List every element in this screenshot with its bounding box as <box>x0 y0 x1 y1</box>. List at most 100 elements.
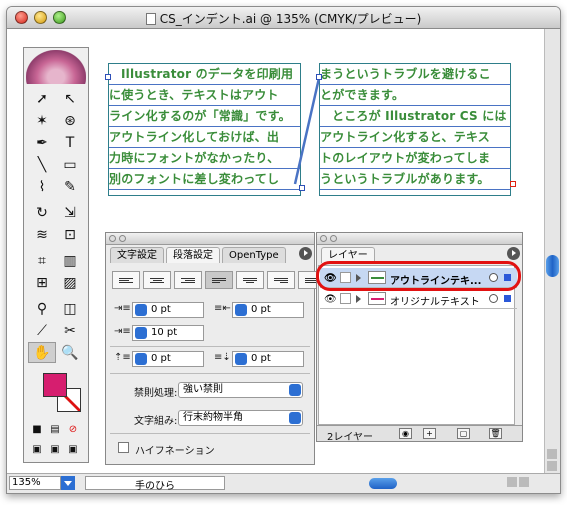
new-layer-icon[interactable]: ▢ <box>457 428 470 439</box>
fill-color-swatch[interactable] <box>43 373 67 397</box>
justify-center-button[interactable] <box>236 271 264 289</box>
justify-right-button[interactable] <box>267 271 295 289</box>
panel-collapse-icon[interactable] <box>330 235 337 242</box>
selection-indicator[interactable] <box>504 295 511 302</box>
panel-menu-icon[interactable] <box>507 247 520 260</box>
text-frame-left[interactable]: Illustrator のデータを印刷用 に使うとき、テキストはアウト ライン化… <box>108 63 301 196</box>
blend-tool-icon[interactable]: ◫ <box>56 298 84 319</box>
justify-left-button[interactable] <box>205 271 233 289</box>
zoom-tool-icon[interactable]: 🔍 <box>56 342 84 363</box>
text-line: とができます。 <box>320 85 510 106</box>
stepper-icon[interactable] <box>235 353 247 365</box>
vertical-scrollbar[interactable] <box>544 29 560 475</box>
layer-row[interactable]: 👁 オリジナルテキスト <box>320 289 517 309</box>
warp-tool-icon[interactable]: ≋ <box>28 224 56 245</box>
gradient-mode-icon[interactable]: ▤ <box>46 422 64 436</box>
color-mode-icon[interactable]: ■ <box>28 422 46 436</box>
scale-tool-icon[interactable]: ⇲ <box>56 202 84 223</box>
screen-mode-full-icon[interactable]: ▣ <box>64 442 82 456</box>
kinsoku-select[interactable]: 強い禁則 <box>178 382 303 398</box>
zoom-field[interactable]: 135% <box>9 476 61 490</box>
scroll-down-arrow[interactable] <box>547 461 557 471</box>
alignment-buttons <box>112 271 326 289</box>
tab-character[interactable]: 文字設定 <box>110 247 164 263</box>
in-port-handle[interactable] <box>105 74 111 80</box>
pen-tool-icon[interactable]: ✒ <box>28 132 56 153</box>
lock-toggle[interactable] <box>340 293 351 304</box>
screen-mode-standard-icon[interactable]: ▣ <box>28 442 46 456</box>
overflow-handle[interactable] <box>510 181 516 187</box>
rectangle-tool-icon[interactable]: ▭ <box>56 154 84 175</box>
scroll-right-arrow[interactable] <box>519 477 529 487</box>
right-indent-icon: ≡⇤ <box>214 303 231 314</box>
type-tool-icon[interactable]: T <box>56 132 84 153</box>
title-bar[interactable]: CS_インデント.ai @ 135% (CMYK/プレビュー) <box>7 7 560 29</box>
space-before-icon: ⇡≡ <box>114 352 131 363</box>
lasso-tool-icon[interactable]: ⊛ <box>56 110 84 131</box>
hyphenation-checkbox[interactable] <box>118 442 129 453</box>
stepper-icon[interactable] <box>235 304 247 316</box>
scroll-up-arrow[interactable] <box>547 449 557 459</box>
align-right-button[interactable] <box>174 271 202 289</box>
eye-icon[interactable]: 👁 <box>324 294 337 305</box>
eyedropper-tool-icon[interactable]: ⚲ <box>28 298 56 319</box>
space-before-field[interactable]: 0 pt <box>132 351 204 367</box>
tab-paragraph[interactable]: 段落設定 <box>166 247 220 263</box>
text-frame-right[interactable]: まうというトラブルを避けるこ とができます。 ところが Illustrator … <box>319 63 511 196</box>
mesh-tool-icon[interactable]: ⊞ <box>28 272 56 293</box>
panel-titlebar[interactable] <box>106 233 314 245</box>
align-center-button[interactable] <box>143 271 171 289</box>
selection-tool-icon[interactable]: ➚ <box>28 88 56 109</box>
text-line: Illustrator のデータを印刷用 <box>109 64 300 85</box>
panel-titlebar[interactable] <box>317 233 522 245</box>
make-clipping-mask-icon[interactable]: ◉ <box>399 428 412 439</box>
slice-tool-icon[interactable]: ⟋ <box>28 320 56 341</box>
screen-mode-full-menu-icon[interactable]: ▣ <box>46 442 64 456</box>
chevron-down-icon <box>289 384 301 396</box>
new-sublayer-icon[interactable]: + <box>423 428 436 439</box>
vertical-scroll-thumb[interactable] <box>546 255 559 277</box>
first-line-indent-field[interactable]: 10 pt <box>132 325 204 341</box>
graph-tool-icon[interactable]: ▥ <box>56 250 84 271</box>
current-tool-status[interactable]: 手のひら <box>85 476 225 492</box>
gradient-tool-icon[interactable]: ▨ <box>56 272 84 293</box>
panel-menu-icon[interactable] <box>299 247 312 260</box>
panel-close-icon[interactable] <box>320 235 327 242</box>
right-indent-field[interactable]: 0 pt <box>232 302 304 318</box>
in-port-handle[interactable] <box>316 74 322 80</box>
scissors-tool-icon[interactable]: ✂ <box>56 320 84 341</box>
pencil-tool-icon[interactable]: ✎ <box>56 176 84 197</box>
kinsoku-label: 禁則処理: <box>134 388 178 399</box>
rotate-tool-icon[interactable]: ↻ <box>28 202 56 223</box>
mojikumi-select[interactable]: 行末約物半角 <box>178 410 303 426</box>
none-mode-icon[interactable]: ⊘ <box>64 422 82 436</box>
stepper-icon[interactable] <box>135 327 147 339</box>
left-indent-field[interactable]: 0 pt <box>132 302 204 318</box>
panel-collapse-icon[interactable] <box>119 235 126 242</box>
horizontal-scroll-thumb[interactable] <box>369 478 397 489</box>
space-after-field[interactable]: 0 pt <box>232 351 304 367</box>
out-port-handle[interactable] <box>299 185 305 191</box>
align-left-button[interactable] <box>112 271 140 289</box>
paintbrush-tool-icon[interactable]: ⌇ <box>28 176 56 197</box>
line-tool-icon[interactable]: ╲ <box>28 154 56 175</box>
symbol-sprayer-tool-icon[interactable]: ⌗ <box>28 250 56 271</box>
stepper-icon[interactable] <box>135 353 147 365</box>
paragraph-panel: 文字設定 段落設定 OpenType ⇥≡ 0 pt ≡⇤ 0 pt ⇥≡ 10… <box>105 232 326 465</box>
text-line: トのレイアウトが変わってしま <box>320 148 510 169</box>
stepper-icon[interactable] <box>135 304 147 316</box>
expand-triangle-icon[interactable] <box>356 295 365 303</box>
illustrator-logo <box>26 50 86 84</box>
tab-opentype[interactable]: OpenType <box>222 247 286 263</box>
direct-selection-tool-icon[interactable]: ↖ <box>56 88 84 109</box>
magic-wand-tool-icon[interactable]: ✶ <box>28 110 56 131</box>
trash-icon[interactable]: 🗑 <box>489 428 502 439</box>
zoom-dropdown-icon[interactable] <box>61 476 75 490</box>
scroll-left-arrow[interactable] <box>507 477 517 487</box>
highlight-annotation <box>316 261 521 291</box>
panel-close-icon[interactable] <box>109 235 116 242</box>
hand-tool-icon[interactable]: ✋ <box>28 342 56 363</box>
target-icon[interactable] <box>489 294 498 303</box>
free-transform-tool-icon[interactable]: ⊡ <box>56 224 84 245</box>
layers-footer: 2レイヤー ◉ + ▢ 🗑 <box>317 425 522 443</box>
